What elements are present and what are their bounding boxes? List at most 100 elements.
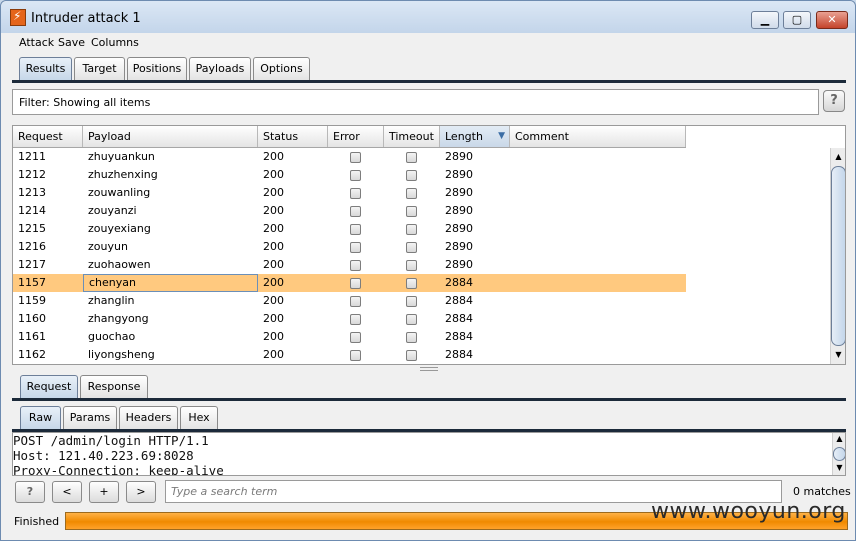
table-row[interactable]: 1214 zouyanzi 200 2890 — [13, 202, 686, 220]
col-timeout[interactable]: Timeout — [384, 126, 440, 147]
cell-status: 200 — [263, 312, 284, 325]
timeout-checkbox — [406, 206, 417, 217]
col-request[interactable]: Request — [13, 126, 83, 147]
error-checkbox — [350, 350, 361, 361]
cell-length: 2890 — [445, 186, 473, 199]
tab-positions[interactable]: Positions — [127, 57, 187, 81]
timeout-checkbox — [406, 350, 417, 361]
cell-payload: zouyun — [88, 240, 128, 253]
filter-help-button[interactable]: ? — [823, 90, 845, 112]
cell-status: 200 — [263, 276, 284, 289]
timeout-checkbox — [406, 152, 417, 163]
table-row[interactable]: 1211 zhuyuankun 200 2890 — [13, 148, 686, 166]
cell-status: 200 — [263, 168, 284, 181]
tab-hex[interactable]: Hex — [180, 406, 218, 430]
table-row[interactable]: 1160 zhangyong 200 2884 — [13, 310, 686, 328]
detail-tab-divider — [12, 398, 846, 401]
cell-request: 1215 — [18, 222, 46, 235]
split-pane-handle[interactable] — [420, 367, 438, 371]
timeout-checkbox — [406, 296, 417, 307]
search-add-button[interactable]: + — [89, 481, 119, 503]
tab-params[interactable]: Params — [63, 406, 117, 430]
table-row[interactable]: 1213 zouwanling 200 2890 — [13, 184, 686, 202]
cell-payload: zhangyong — [88, 312, 149, 325]
title-bar[interactable]: Intruder attack 1 ▁ ▢ ✕ — [1, 1, 855, 33]
minimize-button[interactable]: ▁ — [751, 11, 779, 29]
tab-request[interactable]: Request — [20, 375, 78, 399]
cell-comment — [510, 220, 686, 238]
scroll-down-icon[interactable]: ▼ — [831, 348, 845, 362]
scroll-up-icon[interactable]: ▲ — [831, 150, 845, 164]
scroll-thumb[interactable] — [831, 166, 845, 346]
error-checkbox — [350, 242, 361, 253]
cell-comment — [510, 310, 686, 328]
tab-response[interactable]: Response — [80, 375, 148, 399]
cell-payload: zhanglin — [88, 294, 135, 307]
cell-status: 200 — [263, 330, 284, 343]
cell-length: 2890 — [445, 150, 473, 163]
cell-request: 1214 — [18, 204, 46, 217]
error-checkbox — [350, 332, 361, 343]
search-next-button[interactable]: > — [126, 481, 156, 503]
search-help-button[interactable]: ? — [15, 481, 45, 503]
cell-length: 2890 — [445, 168, 473, 181]
maximize-button[interactable]: ▢ — [783, 11, 811, 29]
cell-payload: zouyexiang — [88, 222, 151, 235]
col-length[interactable]: Length ▼ — [440, 126, 510, 147]
tab-raw[interactable]: Raw — [20, 406, 61, 430]
cell-comment — [510, 238, 686, 256]
table-row[interactable]: 1159 zhanglin 200 2884 — [13, 292, 686, 310]
timeout-checkbox — [406, 170, 417, 181]
cell-request: 1216 — [18, 240, 46, 253]
cell-length: 2890 — [445, 258, 473, 271]
request-scrollbar[interactable]: ▲ ▼ — [832, 433, 845, 475]
cell-request: 1211 — [18, 150, 46, 163]
col-error[interactable]: Error — [328, 126, 384, 147]
tab-payloads[interactable]: Payloads — [189, 57, 251, 81]
table-row[interactable]: 1217 zuohaowen 200 2890 — [13, 256, 686, 274]
cell-comment — [510, 202, 686, 220]
error-checkbox — [350, 170, 361, 181]
request-editor[interactable]: POST /admin/login HTTP/1.1 Host: 121.40.… — [12, 432, 846, 476]
timeout-checkbox — [406, 314, 417, 325]
table-scrollbar[interactable]: ▲ ▼ — [830, 148, 845, 364]
sort-descending-icon: ▼ — [498, 131, 505, 141]
close-button[interactable]: ✕ — [816, 11, 848, 29]
cell-payload: zhuzhenxing — [88, 168, 158, 181]
col-payload[interactable]: Payload — [83, 126, 258, 147]
table-row[interactable]: 1215 zouyexiang 200 2890 — [13, 220, 686, 238]
col-status[interactable]: Status — [258, 126, 328, 147]
cell-status: 200 — [263, 294, 284, 307]
table-row[interactable]: 1216 zouyun 200 2890 — [13, 238, 686, 256]
col-comment[interactable]: Comment — [510, 126, 686, 147]
table-row[interactable]: 1212 zhuzhenxing 200 2890 — [13, 166, 686, 184]
menu-attack[interactable]: Attack — [19, 36, 54, 49]
window-title: Intruder attack 1 — [31, 11, 141, 26]
search-prev-button[interactable]: < — [52, 481, 82, 503]
cell-comment — [510, 292, 686, 310]
table-row[interactable]: 1162 liyongsheng 200 2884 — [13, 346, 686, 364]
cell-comment — [510, 148, 686, 166]
cell-request: 1160 — [18, 312, 46, 325]
menu-save[interactable]: Save — [58, 36, 85, 49]
cell-comment — [510, 346, 686, 364]
timeout-checkbox — [406, 260, 417, 271]
menu-columns[interactable]: Columns — [91, 36, 139, 49]
cell-request: 1161 — [18, 330, 46, 343]
burp-app-icon — [10, 9, 26, 26]
tab-results[interactable]: Results — [19, 57, 72, 81]
table-row[interactable]: 1157 chenyan 200 2884 — [13, 274, 686, 292]
detail-tabs: Request Response — [1, 375, 856, 399]
request-scroll-down-icon[interactable]: ▼ — [833, 462, 845, 474]
timeout-checkbox — [406, 278, 417, 289]
error-checkbox — [350, 314, 361, 325]
request-scroll-up-icon[interactable]: ▲ — [833, 433, 845, 445]
request-scroll-thumb[interactable] — [833, 447, 845, 461]
cell-request: 1162 — [18, 348, 46, 361]
tab-headers[interactable]: Headers — [119, 406, 178, 430]
tab-options[interactable]: Options — [253, 57, 310, 81]
table-row[interactable]: 1161 guochao 200 2884 — [13, 328, 686, 346]
tab-target[interactable]: Target — [74, 57, 125, 81]
filter-bar[interactable]: Filter: Showing all items — [12, 89, 819, 115]
request-line-3: Proxy-Connection: keep-alive — [13, 463, 224, 476]
